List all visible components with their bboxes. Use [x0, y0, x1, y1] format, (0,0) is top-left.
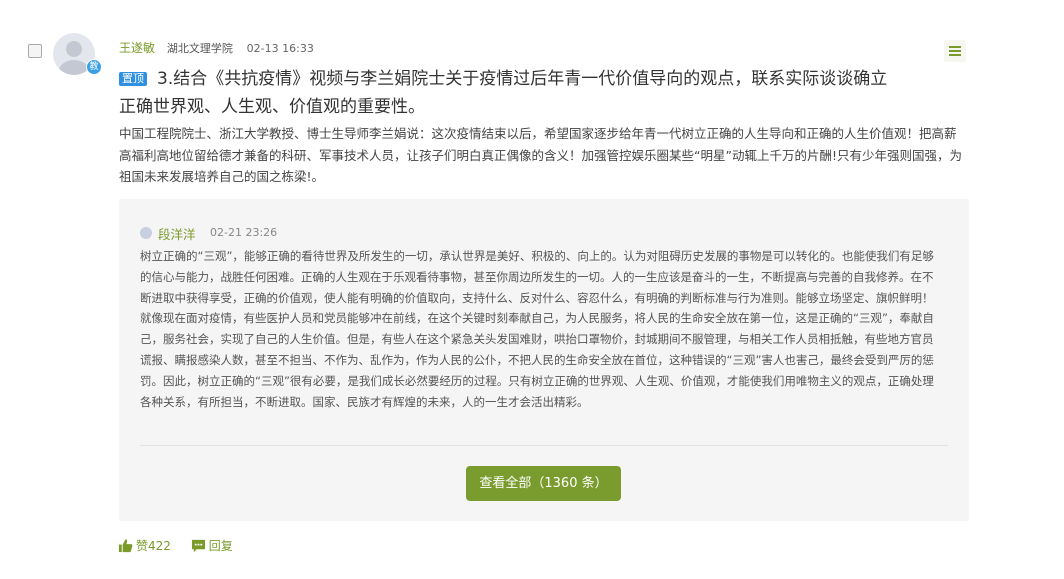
- avatar-head: [66, 41, 82, 57]
- menu-bar: [949, 46, 961, 48]
- like-button[interactable]: 赞422: [118, 537, 171, 554]
- author-name[interactable]: 王遂敏: [119, 41, 155, 55]
- avatar-body: [59, 60, 89, 75]
- teacher-badge: 教: [86, 59, 102, 75]
- menu-bar: [949, 54, 961, 56]
- menu-bar: [949, 50, 961, 52]
- post-actions: 赞422 回复: [118, 537, 249, 554]
- reply-button[interactable]: 回复: [191, 537, 233, 554]
- post-time: 02-13 16:33: [246, 42, 314, 55]
- select-checkbox[interactable]: [28, 44, 42, 58]
- like-count: 赞422: [136, 539, 171, 553]
- pinned-badge: 置顶: [119, 72, 147, 86]
- divider: [140, 445, 948, 446]
- reply-label: 回复: [208, 539, 233, 553]
- post-title: 3.结合《共抗疫情》视频与李兰娟院士关于疫情过后年青一代价值导向的观点，联系实际…: [119, 69, 888, 117]
- post-description: 中国工程院院士、浙江大学教授、博士生导师李兰娟说：这次疫情结束以后，希望国家逐步…: [119, 126, 962, 184]
- menu-icon[interactable]: [944, 40, 966, 62]
- reply-text: 树立正确的“三观”，能够正确的看待世界及所发生的一切，承认世界是美好、积极的、向…: [140, 249, 934, 409]
- reply-author[interactable]: 段洋洋: [158, 224, 196, 243]
- author-school: 湖北文理学院: [166, 42, 233, 55]
- reply-time: 02-21 23:26: [210, 226, 278, 239]
- thumbs-up-icon: [118, 539, 133, 553]
- view-all-button[interactable]: 查看全部（1360 条）: [466, 466, 621, 501]
- chat-bubble-icon: [191, 539, 205, 553]
- reply-avatar: [140, 227, 152, 239]
- reply-preview: 段洋洋 02-21 23:26 树立正确的“三观”，能够正确的看待世界及所发生的…: [119, 199, 969, 521]
- post-title-row: 置顶 3.结合《共抗疫情》视频与李兰娟院士关于疫情过后年青一代价值导向的观点，联系…: [119, 65, 899, 121]
- post-meta: 王遂敏 湖北文理学院 02-13 16:33: [119, 39, 314, 56]
